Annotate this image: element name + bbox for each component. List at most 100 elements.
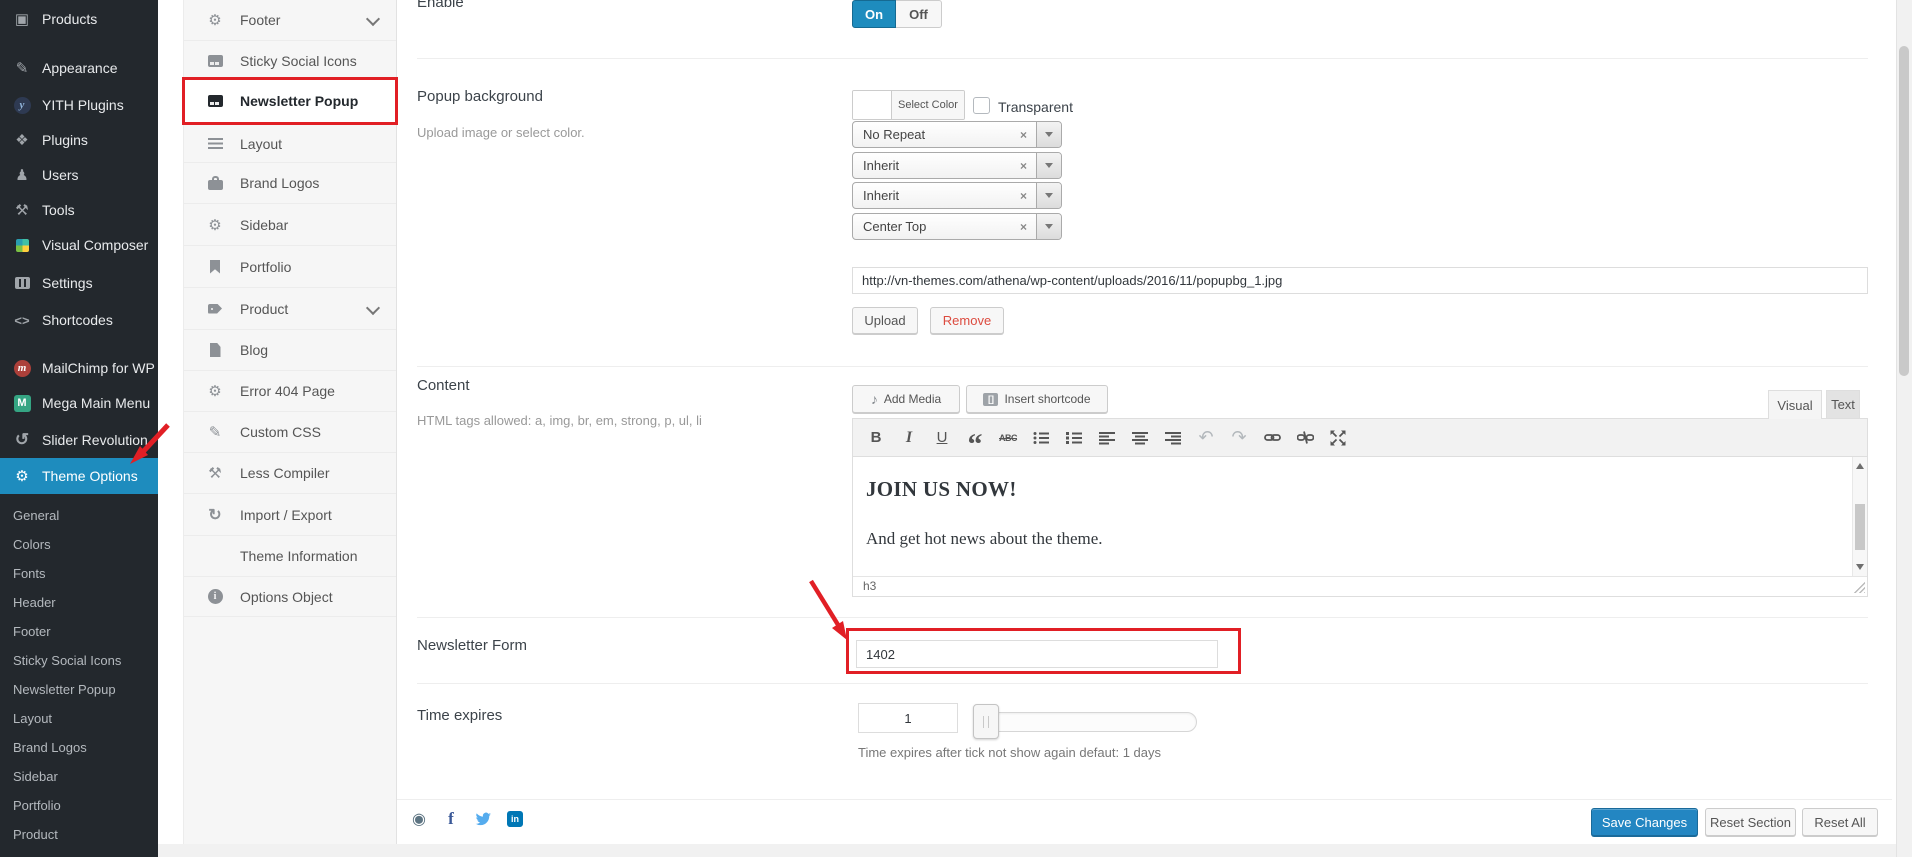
background-attachment-select[interactable]: Inherit × <box>852 182 1062 209</box>
enable-off-button[interactable]: Off <box>896 0 942 28</box>
editor-content-area[interactable]: JOIN US NOW! And get hot news about the … <box>853 457 1867 576</box>
background-image-url-input[interactable] <box>852 267 1868 294</box>
sidebar-item-slider-revolution[interactable]: ↺ Slider Revolution <box>0 422 158 458</box>
nav-item-options-object[interactable]: i Options Object <box>184 577 396 617</box>
page-scrollbar-thumb[interactable] <box>1899 46 1909 376</box>
time-expires-input[interactable] <box>858 703 958 733</box>
remove-button[interactable]: Remove <box>930 307 1004 334</box>
submenu-item-layout[interactable]: Layout <box>0 704 158 732</box>
submenu-item-newsletter-popup[interactable]: Newsletter Popup <box>0 675 158 703</box>
sidebar-item-yith-plugins[interactable]: y YITH Plugins <box>0 87 158 123</box>
scrollbar-thumb[interactable] <box>1855 504 1865 550</box>
nav-item-brand-logos[interactable]: Brand Logos <box>184 163 396 204</box>
nav-item-custom-css[interactable]: ✎ Custom CSS <box>184 412 396 453</box>
select-open-button[interactable] <box>1036 122 1061 147</box>
sidebar-item-label: Visual Composer <box>42 237 148 253</box>
nav-item-portfolio[interactable]: Portfolio <box>184 246 396 288</box>
reset-section-button[interactable]: Reset Section <box>1705 808 1796 836</box>
time-expires-slider-handle[interactable] <box>973 704 999 739</box>
scroll-down-icon[interactable] <box>1856 564 1864 570</box>
time-expires-slider-track[interactable] <box>975 712 1197 732</box>
nav-item-blog[interactable]: Blog <box>184 330 396 371</box>
background-size-select[interactable]: Inherit × <box>852 152 1062 179</box>
clear-icon[interactable]: × <box>1020 189 1036 203</box>
select-color-button[interactable]: Select Color <box>892 91 964 119</box>
nav-item-error-404[interactable]: ⚙ Error 404 Page <box>184 371 396 412</box>
nav-item-theme-information[interactable]: Theme Information <box>184 536 396 577</box>
color-swatch[interactable] <box>853 91 892 119</box>
facebook-icon[interactable]: f <box>442 810 460 828</box>
nav-item-product[interactable]: Product <box>184 288 396 330</box>
numbered-list-icon[interactable] <box>1061 426 1087 450</box>
nav-item-less-compiler[interactable]: ⚒ Less Compiler <box>184 453 396 494</box>
nav-item-footer[interactable]: ⚙ Footer <box>184 0 396 41</box>
nav-item-layout[interactable]: Layout <box>184 125 396 163</box>
linkedin-icon[interactable]: in <box>506 810 524 828</box>
submenu-item-colors[interactable]: Colors <box>0 530 158 558</box>
sidebar-item-visual-composer[interactable]: Visual Composer <box>0 227 158 263</box>
clear-icon[interactable]: × <box>1020 128 1036 142</box>
clear-icon[interactable]: × <box>1020 159 1036 173</box>
enable-on-button[interactable]: On <box>852 0 896 28</box>
select-open-button[interactable] <box>1036 214 1061 239</box>
reset-all-button[interactable]: Reset All <box>1802 808 1878 836</box>
align-center-icon[interactable] <box>1127 426 1153 450</box>
sidebar-item-plugins[interactable]: ❖ Plugins <box>0 122 158 158</box>
upload-button[interactable]: Upload <box>852 307 918 334</box>
color-picker[interactable]: Select Color <box>852 90 965 120</box>
scroll-up-icon[interactable] <box>1856 463 1864 469</box>
italic-icon[interactable]: I <box>896 426 922 450</box>
submenu-item-footer[interactable]: Footer <box>0 617 158 645</box>
add-media-button[interactable]: ♪ Add Media <box>852 385 960 413</box>
bold-icon[interactable]: B <box>863 426 889 450</box>
redo-icon[interactable]: ↷ <box>1226 426 1252 450</box>
sidebar-item-mega-main-menu[interactable]: M Mega Main Menu <box>0 385 158 421</box>
submenu-item-header[interactable]: Header <box>0 588 158 616</box>
sidebar-item-mailchimp[interactable]: m MailChimp for WP <box>0 350 158 386</box>
submenu-item-sticky-social-icons[interactable]: Sticky Social Icons <box>0 646 158 674</box>
submenu-item-product[interactable]: Product <box>0 820 158 848</box>
submenu-item-general[interactable]: General <box>0 501 158 529</box>
tab-visual[interactable]: Visual <box>1768 390 1822 419</box>
blockquote-icon[interactable]: “ <box>962 419 988 457</box>
sidebar-item-settings[interactable]: Settings <box>0 265 158 301</box>
sidebar-item-theme-options[interactable]: ⚙ Theme Options <box>0 458 158 494</box>
link-icon[interactable] <box>1259 426 1285 450</box>
nav-item-newsletter-popup[interactable]: Newsletter Popup <box>184 79 396 123</box>
nav-item-sidebar[interactable]: ⚙ Sidebar <box>184 204 396 246</box>
save-changes-button[interactable]: Save Changes <box>1591 808 1698 836</box>
bulleted-list-icon[interactable] <box>1028 426 1054 450</box>
editor-resize-handle[interactable] <box>1853 581 1865 593</box>
sidebar-item-products[interactable]: ▣ Products <box>0 1 158 37</box>
sidebar-item-users[interactable]: ♟ Users <box>0 157 158 193</box>
submenu-item-portfolio[interactable]: Portfolio <box>0 791 158 819</box>
transparent-checkbox[interactable] <box>973 97 990 114</box>
sidebar-item-shortcodes[interactable]: <> Shortcodes <box>0 302 158 338</box>
sidebar-item-appearance[interactable]: ✎ Appearance <box>0 50 158 86</box>
align-left-icon[interactable] <box>1094 426 1120 450</box>
wordpress-icon[interactable]: ◉ <box>410 810 428 828</box>
sidebar-item-tools[interactable]: ⚒ Tools <box>0 192 158 228</box>
submenu-item-brand-logos[interactable]: Brand Logos <box>0 733 158 761</box>
undo-icon[interactable]: ↶ <box>1193 426 1219 450</box>
unlink-icon[interactable] <box>1292 426 1318 450</box>
fullscreen-icon[interactable] <box>1325 426 1351 450</box>
editor-paragraph: And get hot news about the theme. <box>866 529 1103 549</box>
submenu-item-fonts[interactable]: Fonts <box>0 559 158 587</box>
background-repeat-select[interactable]: No Repeat × <box>852 121 1062 148</box>
insert-shortcode-button[interactable]: [] Insert shortcode <box>966 385 1108 413</box>
tab-text[interactable]: Text <box>1826 390 1860 419</box>
editor-scrollbar[interactable] <box>1852 457 1867 576</box>
select-open-button[interactable] <box>1036 153 1061 178</box>
strikethrough-icon[interactable]: ABC <box>995 426 1021 450</box>
newsletter-form-input[interactable] <box>856 640 1218 668</box>
select-open-button[interactable] <box>1036 183 1061 208</box>
underline-icon[interactable]: U <box>929 426 955 450</box>
background-position-select[interactable]: Center Top × <box>852 213 1062 240</box>
align-right-icon[interactable] <box>1160 426 1186 450</box>
submenu-item-sidebar[interactable]: Sidebar <box>0 762 158 790</box>
nav-item-import-export[interactable]: ↻ Import / Export <box>184 494 396 536</box>
nav-item-sticky-social-icons[interactable]: Sticky Social Icons <box>184 41 396 81</box>
clear-icon[interactable]: × <box>1020 220 1036 234</box>
twitter-icon[interactable] <box>474 810 492 828</box>
